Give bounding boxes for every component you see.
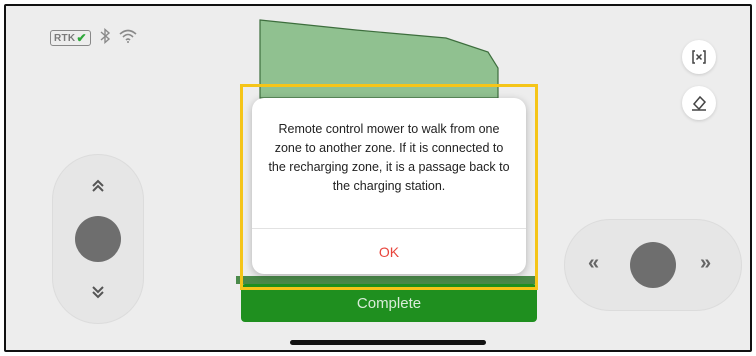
bluetooth-icon: [99, 27, 111, 48]
ok-button[interactable]: OK: [252, 229, 526, 274]
wifi-icon: [119, 29, 137, 47]
chevron-right-icon: »: [700, 252, 712, 274]
home-indicator: [290, 340, 486, 345]
chevron-left-icon: «: [588, 252, 600, 274]
eraser-button[interactable]: [682, 86, 716, 120]
status-bar: RTK ✔: [50, 27, 137, 48]
joystick-knob[interactable]: [75, 216, 121, 262]
exit-icon: [692, 50, 706, 64]
app-screen: RTK ✔ « » Complete Remote control mower …: [4, 4, 752, 352]
rtk-check-icon: ✔: [76, 31, 87, 45]
rtk-label: RTK: [54, 32, 76, 44]
rtk-badge: RTK ✔: [50, 30, 91, 46]
exit-button[interactable]: [682, 40, 716, 74]
info-dialog: Remote control mower to walk from one zo…: [252, 98, 526, 274]
left-right-joystick[interactable]: « »: [564, 219, 742, 311]
forward-backward-joystick[interactable]: [52, 154, 144, 324]
joystick-knob[interactable]: [630, 242, 676, 288]
eraser-icon: [692, 95, 707, 111]
chevron-up-icon: [92, 179, 104, 192]
chevron-down-icon: [92, 286, 104, 299]
dialog-message: Remote control mower to walk from one zo…: [268, 122, 510, 193]
